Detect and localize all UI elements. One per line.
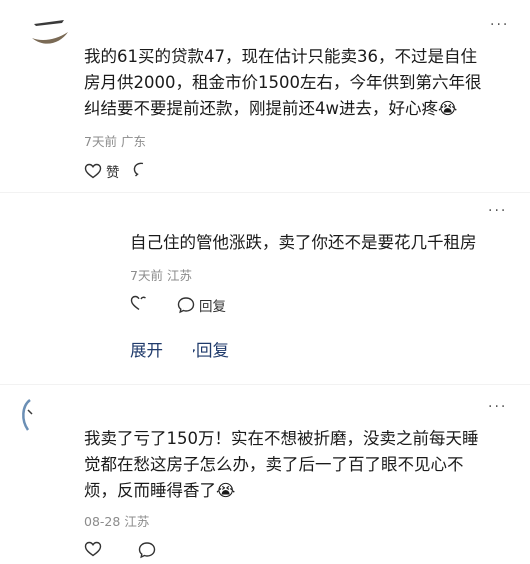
like-button[interactable] [84,541,102,557]
comment-time: 7天前 [130,268,163,283]
comment-meta: 08-28 江苏 [84,511,149,530]
comment-location: 江苏 [166,268,192,283]
comment-meta: 7天前 江苏 [130,265,192,284]
comment-text: 自己住的管他涨跌，卖了你还不是要花几千租房 [130,233,477,252]
comment-location: 广东 [120,134,146,149]
avatar[interactable] [28,14,70,56]
avatar[interactable] [16,396,56,436]
heart-icon [84,541,102,557]
comment-meta: 7天前 广东 [84,131,146,150]
comment-time: 7天前 [84,134,117,149]
like-button[interactable]: 赞 [84,161,120,181]
like-button[interactable] [130,295,148,311]
reply-button[interactable] [138,541,156,559]
loading-overlay [163,336,193,360]
heart-icon [130,295,148,311]
divider [0,384,530,385]
comment-time: 08-28 [84,514,121,529]
comment-bubble-icon [138,541,156,559]
more-options-icon[interactable]: ··· [488,204,507,218]
comment-bubble-icon [177,296,195,314]
reply-button[interactable] [132,161,146,177]
comment-bubble-icon [132,161,146,177]
more-options-icon[interactable]: ··· [488,400,507,414]
comment-text: 我的61买的贷款47，现在估计只能卖36，不过是自住 房月供2000，租金市价1… [84,47,482,118]
comment-text: 我卖了亏了150万！实在不想被折磨，没卖之前每天睡 觉都在愁这房子怎么办，卖了后… [84,429,479,500]
heart-icon [84,163,102,179]
like-label: 赞 [106,165,120,181]
reply-label: 回复 [199,299,226,315]
reply-button[interactable]: 回复 [177,295,226,315]
divider [0,192,530,193]
more-options-icon[interactable]: ··· [490,18,509,32]
comment-location: 江苏 [124,514,150,529]
